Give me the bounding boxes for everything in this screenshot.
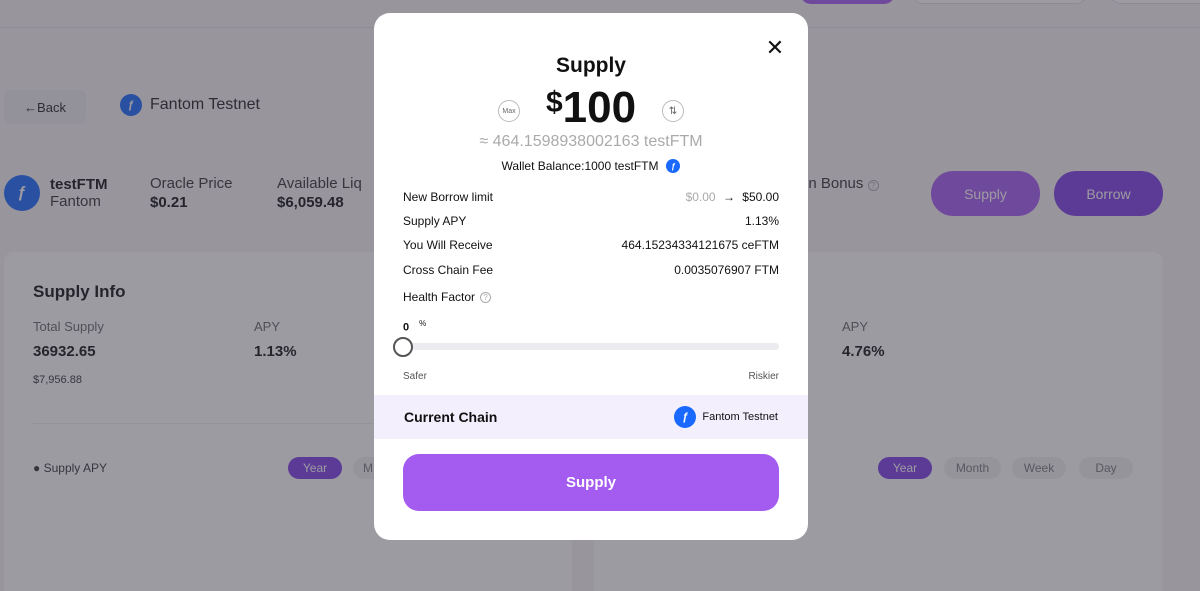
currency-symbol: $ [545,86,563,119]
slider-readout: 0% [403,319,426,334]
borrow-limit-to: $50.00 [742,190,779,204]
cross-chain-fee-row: Cross Chain Fee 0.0035076907 FTM [403,263,779,277]
supply-apy-row: Supply APY 1.13% [403,214,779,228]
arrow-right-icon: → [722,190,735,204]
new-borrow-limit-row: New Borrow limit $0.00 → $50.00 [403,190,779,204]
slider-value: 0 [403,321,410,334]
row-label: You Will Receive [403,238,493,252]
row-value: 464.15234334121675 ceFTM [621,238,779,252]
help-icon[interactable]: ? [480,291,492,303]
fantom-icon: ƒ [674,406,697,428]
close-icon[interactable]: ✕ [764,37,786,60]
row-value: 1.13% [744,214,779,228]
amount-display[interactable]: $100 [374,83,808,133]
riskier-label: Riskier [748,371,779,382]
wallet-balance: Wallet Balance:1000 testFTM ƒ [374,159,808,173]
current-chain-label: Current Chain [404,409,498,425]
current-chain-value: Fantom Testnet [702,411,778,423]
safer-label: Safer [403,371,427,382]
health-factor-slider[interactable] [403,343,779,350]
current-chain-bar: Current Chain ƒ Fantom Testnet [374,395,808,439]
supply-modal: Supply ✕ Max $100 ⇅ ≈ 464.1598938002163 … [374,13,808,540]
current-chain-selector[interactable]: ƒ Fantom Testnet [674,406,778,428]
modal-title: Supply [555,54,626,77]
token-equivalent: ≈ 464.1598938002163 testFTM [479,133,703,150]
row-label: New Borrow limit [403,190,494,204]
health-factor-label: Health Factor [403,290,476,304]
fantom-icon: ƒ [666,159,681,173]
row-value: 0.0035076907 FTM [674,263,779,277]
receive-row: You Will Receive 464.15234334121675 ceFT… [403,238,779,252]
amount-value: 100 [562,83,637,132]
health-factor: Health Factor ? [403,290,492,304]
borrow-limit-from: $0.00 [685,190,716,204]
supply-submit-button[interactable]: Supply [403,454,779,511]
wallet-balance-text: Wallet Balance:1000 testFTM [501,159,659,173]
slider-unit: % [419,319,427,328]
swap-units-icon[interactable]: ⇅ [662,100,684,122]
row-label: Cross Chain Fee [403,263,494,277]
row-label: Supply APY [403,214,467,228]
slider-thumb[interactable] [393,337,413,357]
